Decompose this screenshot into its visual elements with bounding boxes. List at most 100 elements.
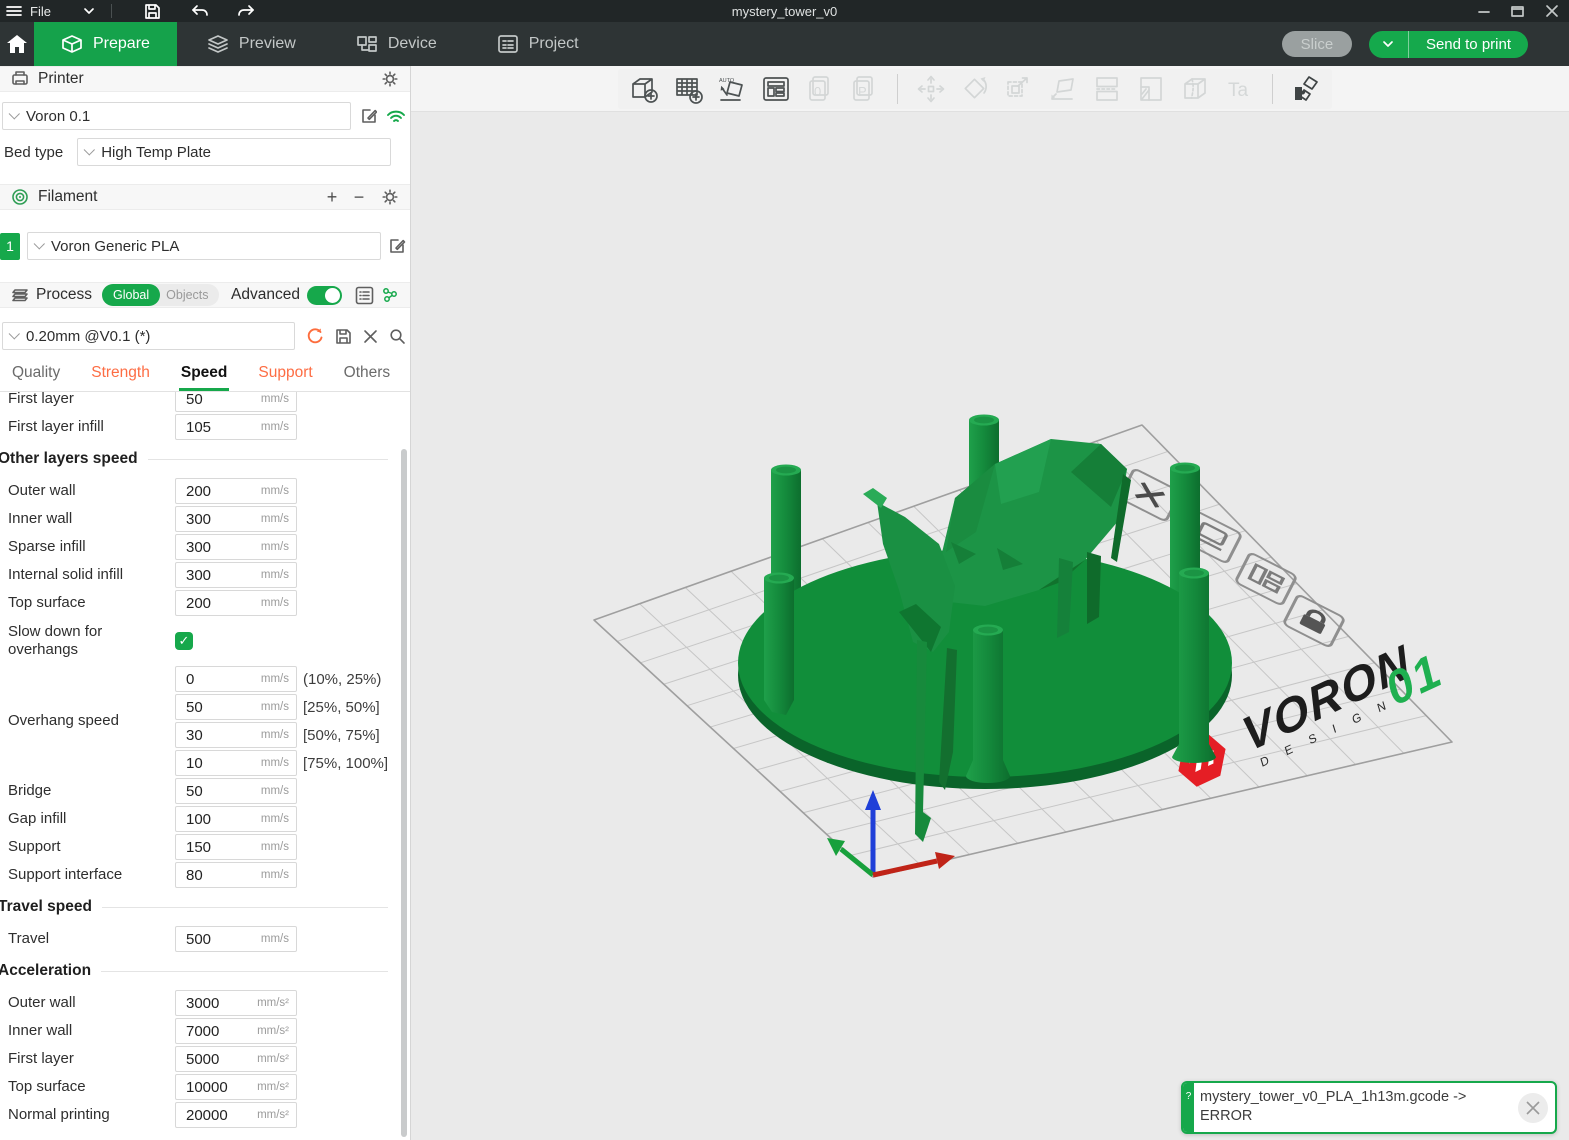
settings-list-icon[interactable]	[355, 286, 374, 305]
param-tab-strength[interactable]: Strength	[89, 364, 152, 391]
edit-filament-icon[interactable]	[388, 237, 406, 255]
setting-row-sparse-infill: Sparse infill300mm/s	[0, 533, 410, 561]
setting-input-normal-printing[interactable]: 20000mm/s²	[175, 1102, 297, 1128]
move-icon[interactable]	[915, 73, 947, 105]
add-plate-icon[interactable]	[672, 73, 704, 105]
setting-input-first-layer[interactable]: 50mm/s	[175, 392, 297, 412]
sidebar-scrollbar[interactable]	[401, 449, 407, 1137]
toast-close-button[interactable]	[1511, 1083, 1555, 1132]
process-scope-toggle[interactable]: Global Objects	[102, 284, 219, 306]
arrange-icon[interactable]	[760, 73, 792, 105]
build-plate-scene[interactable]: VORON D E S I G N 01	[411, 112, 1569, 1140]
param-tab-quality[interactable]: Quality	[10, 364, 62, 391]
bed-type-label: Bed type	[2, 144, 63, 161]
setting-input-inner-wall[interactable]: 300mm/s	[175, 506, 297, 532]
setting-input-support-interface[interactable]: 80mm/s	[175, 862, 297, 888]
setting-row-first-layer: First layer5000mm/s²	[0, 1045, 410, 1073]
setting-label: Top surface	[8, 594, 175, 612]
setting-input-bridge[interactable]: 50mm/s	[175, 778, 297, 804]
param-tab-support[interactable]: Support	[256, 364, 314, 391]
undo-icon[interactable]	[191, 4, 209, 18]
split-to-parts-icon[interactable]	[1135, 73, 1167, 105]
project-icon	[497, 34, 519, 54]
gear-icon[interactable]	[381, 188, 399, 206]
setting-input-overhang-speed-50-75[interactable]: 30mm/s	[175, 722, 297, 748]
setting-input-inner-wall[interactable]: 7000mm/s²	[175, 1018, 297, 1044]
settings-section-acceleration: Acceleration	[0, 953, 410, 989]
checkbox-checked-icon[interactable]: ✓	[175, 632, 193, 650]
objects-settings-icon[interactable]	[381, 286, 399, 304]
process-preset-select[interactable]: 0.20mm @V0.1 (*)	[2, 322, 295, 350]
setting-input-overhang-speed-10-25[interactable]: 0mm/s	[175, 666, 297, 692]
arrange-plate-icon[interactable]	[1235, 552, 1296, 605]
setting-value: 5000	[176, 1051, 219, 1068]
param-tab-speed[interactable]: Speed	[179, 364, 230, 391]
redo-icon[interactable]	[237, 4, 255, 18]
wifi-icon[interactable]	[386, 108, 406, 124]
param-tab-others[interactable]: Others	[342, 364, 393, 391]
setting-row-overhang-speed: 10mm/s[75%, 100%]	[175, 749, 388, 777]
slice-button[interactable]: Slice	[1282, 31, 1352, 57]
split-to-objects-icon[interactable]	[1091, 73, 1123, 105]
chevron-down-icon[interactable]	[83, 7, 95, 15]
mesh-boolean-icon[interactable]	[1179, 73, 1211, 105]
setting-row-normal-printing: Normal printing20000mm/s²	[0, 1101, 410, 1129]
setting-input-internal-solid-infill[interactable]: 300mm/s	[175, 562, 297, 588]
setting-value: 50	[176, 699, 203, 716]
scope-objects[interactable]: Objects	[160, 288, 218, 302]
bed-type-select[interactable]: High Temp Plate	[77, 138, 391, 166]
rotate-icon[interactable]	[959, 73, 991, 105]
tab-prepare[interactable]: Prepare	[34, 22, 177, 66]
settings-section-other-layers-speed: Other layers speed	[0, 441, 410, 477]
filament-slot-badge[interactable]: 1	[0, 233, 20, 260]
setting-input-sparse-infill[interactable]: 300mm/s	[175, 534, 297, 560]
setting-input-outer-wall[interactable]: 3000mm/s²	[175, 990, 297, 1016]
setting-input-overhang-speed-25-50[interactable]: 50mm/s	[175, 694, 297, 720]
maximize-icon[interactable]	[1501, 0, 1535, 22]
assembly-view-icon[interactable]	[1290, 73, 1322, 105]
setting-input-support[interactable]: 150mm/s	[175, 834, 297, 860]
scale-icon[interactable]	[1003, 73, 1035, 105]
setting-unit: mm/s	[261, 541, 296, 553]
hamburger-icon[interactable]	[6, 5, 22, 17]
home-icon[interactable]	[0, 22, 34, 66]
setting-input-outer-wall[interactable]: 200mm/s	[175, 478, 297, 504]
printer-select[interactable]: Voron 0.1	[2, 102, 351, 130]
send-to-print-button[interactable]: Send to print	[1369, 31, 1528, 58]
filament-select[interactable]: Voron Generic PLA	[27, 232, 381, 260]
gear-icon[interactable]	[381, 70, 399, 88]
setting-input-top-surface[interactable]: 10000mm/s²	[175, 1074, 297, 1100]
send-options-chevron-icon[interactable]	[1369, 31, 1409, 58]
tab-device[interactable]: Device	[326, 22, 467, 66]
tab-preview[interactable]: Preview	[177, 22, 326, 66]
minimize-icon[interactable]	[1467, 0, 1501, 22]
close-icon[interactable]	[1518, 1093, 1548, 1123]
save-icon[interactable]	[144, 3, 161, 20]
delete-preset-icon[interactable]	[363, 329, 378, 344]
scope-global[interactable]: Global	[102, 284, 160, 306]
setting-input-first-layer-infill[interactable]: 105mm/s	[175, 414, 297, 440]
copy-icon[interactable]: 0	[804, 73, 836, 105]
setting-row-travel: Travel500mm/s	[0, 925, 410, 953]
setting-input-top-surface[interactable]: 200mm/s	[175, 590, 297, 616]
search-icon[interactable]	[389, 328, 406, 345]
file-menu[interactable]: File	[30, 4, 51, 19]
setting-input-gap-infill[interactable]: 100mm/s	[175, 806, 297, 832]
save-preset-icon[interactable]	[335, 328, 352, 345]
add-filament-button[interactable]: +	[323, 187, 341, 208]
setting-input-first-layer[interactable]: 5000mm/s²	[175, 1046, 297, 1072]
text-shape-icon[interactable]: Ta	[1223, 73, 1255, 105]
setting-input-travel[interactable]: 500mm/s	[175, 926, 297, 952]
auto-orient-icon[interactable]: AUTO	[716, 73, 748, 105]
add-model-icon[interactable]	[628, 73, 660, 105]
scene-3d[interactable]: VORON D E S I G N 01	[411, 112, 1569, 1140]
edit-printer-icon[interactable]	[360, 107, 378, 125]
remove-filament-button[interactable]: −	[350, 187, 368, 208]
tab-project[interactable]: Project	[467, 22, 609, 66]
setting-input-overhang-speed-75-100[interactable]: 10mm/s	[175, 750, 297, 776]
close-icon[interactable]	[1535, 0, 1569, 22]
lay-on-face-icon[interactable]	[1047, 73, 1079, 105]
advanced-toggle[interactable]	[307, 286, 342, 305]
paste-icon[interactable]: P	[848, 73, 880, 105]
reset-preset-icon[interactable]	[306, 327, 324, 345]
